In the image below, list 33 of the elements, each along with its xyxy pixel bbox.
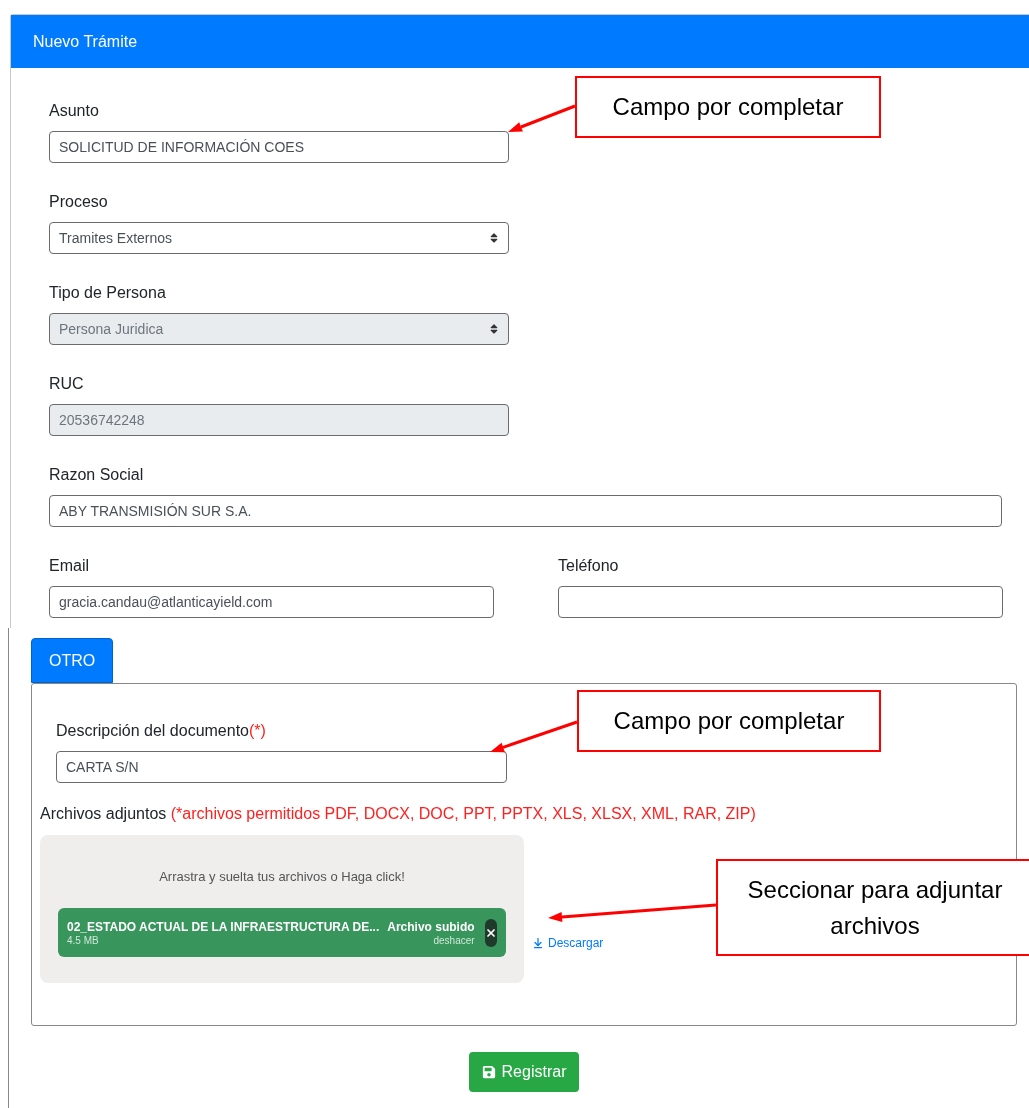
field-label: Razon Social: [49, 465, 144, 485]
tab[interactable]: OTRO: [31, 638, 114, 683]
file-status: Archivo subido: [387, 918, 475, 935]
input-field[interactable]: gracia.candau@atlanticayield.com: [49, 586, 494, 618]
callout: Seccionar para adjuntar archivos: [716, 859, 1029, 956]
input-field[interactable]: SOLICITUD DE INFORMACIÓN COES: [49, 131, 509, 163]
file-size: 4.5 MB: [67, 934, 99, 947]
attachments-label: Archivos adjuntos (*archivos permitidos PDF, DOCX, DOC, PPT, PPTX, XLS, XLSX, XML, RAR, ZIP): [40, 804, 757, 824]
annotation-arrow: [508, 104, 576, 132]
input-field[interactable]: [558, 586, 1003, 618]
field-label: Email: [49, 556, 89, 576]
sort-icon: [489, 323, 499, 335]
remove-file-button[interactable]: [484, 918, 497, 947]
input-field[interactable]: CARTA S/N: [56, 751, 507, 783]
field-label: RUC: [49, 374, 84, 394]
field-label: Proceso: [49, 192, 108, 212]
card-title: Nuevo Trámite: [33, 31, 138, 52]
callout: Campo por completar: [577, 690, 881, 752]
download-icon: [532, 937, 544, 949]
field-label: Descripción del documento(*): [56, 721, 266, 741]
field-label: Asunto: [49, 101, 99, 121]
sort-icon: [489, 232, 499, 244]
download-link[interactable]: Descargar: [532, 934, 604, 952]
save-icon: [481, 1065, 496, 1079]
field-label: Teléfono: [558, 556, 619, 576]
select-field[interactable]: Tramites Externos: [49, 222, 509, 254]
field-label: Tipo de Persona: [49, 283, 166, 303]
file-name: 02_ESTADO ACTUAL DE LA INFRAESTRUCTURA DE...: [67, 918, 380, 935]
dropzone[interactable]: Arrastra y suelta tus archivos o Haga click! 02_ESTADO ACTUAL DE LA INFRAESTRUCTURA DE... 4.5 MB Archivo subido deshacer: [40, 835, 524, 983]
close-icon: [484, 926, 497, 939]
dropzone-text: Arrastra y suelta tus archivos o Haga click!: [159, 869, 405, 885]
callout: Campo por completar: [575, 76, 881, 138]
input-field[interactable]: ABY TRANSMISIÓN SUR S.A.: [49, 495, 1002, 527]
